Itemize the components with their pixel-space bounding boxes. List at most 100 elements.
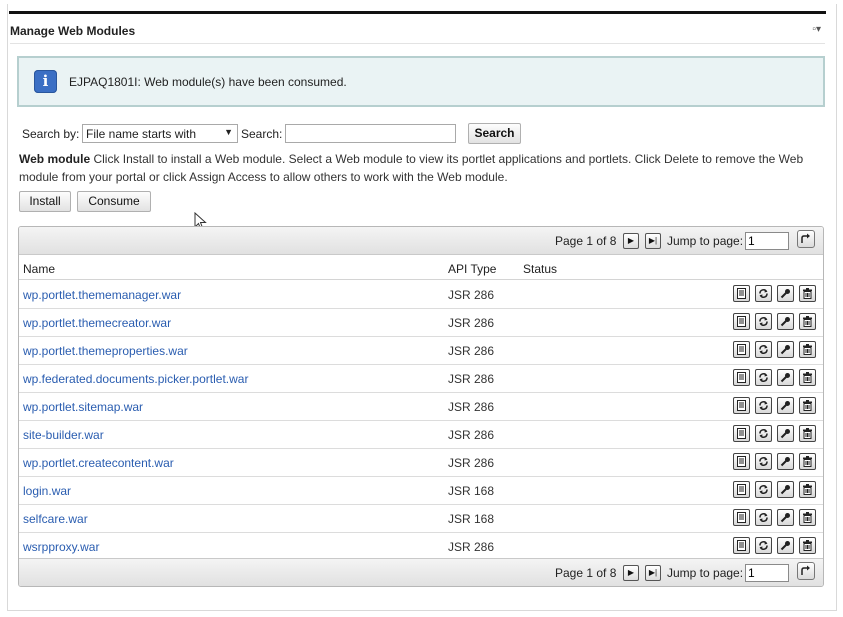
portlet-title: Manage Web Modules <box>10 24 136 38</box>
search-input[interactable] <box>285 124 456 143</box>
jump-to-page-input[interactable] <box>745 232 789 250</box>
module-api-type: JSR 286 <box>448 456 495 470</box>
assign-access-button[interactable] <box>777 341 794 358</box>
assign-access-button[interactable] <box>777 397 794 414</box>
delete-icon <box>803 400 812 411</box>
module-api-type: JSR 286 <box>448 372 495 386</box>
info-message: i EJPAQ1801I: Web module(s) have been co… <box>17 56 825 107</box>
view-details-button[interactable] <box>733 537 750 554</box>
description-text: Click Install to install a Web module. S… <box>19 152 804 184</box>
update-button[interactable] <box>755 453 772 470</box>
jump-to-page-input[interactable] <box>745 564 789 582</box>
search-button[interactable]: Search <box>468 123 521 144</box>
search-by-selected: File name starts with <box>86 127 197 141</box>
update-icon <box>759 513 768 522</box>
view-details-button[interactable] <box>733 481 750 498</box>
view-details-button[interactable] <box>733 453 750 470</box>
consume-button[interactable]: Consume <box>77 191 151 212</box>
view-details-icon <box>737 540 746 551</box>
go-to-page-button[interactable] <box>797 230 815 248</box>
header-name[interactable]: Name <box>23 262 55 276</box>
row-actions <box>733 369 819 387</box>
info-message-text: EJPAQ1801I: Web module(s) have been cons… <box>69 75 347 89</box>
module-name-link[interactable]: wp.portlet.themecreator.war <box>23 316 171 330</box>
delete-button[interactable] <box>799 313 816 330</box>
table-row: wp.federated.documents.picker.portlet.wa… <box>19 365 823 393</box>
delete-button[interactable] <box>799 369 816 386</box>
table-row: wp.portlet.themecreator.war JSR 286 <box>19 309 823 337</box>
view-details-button[interactable] <box>733 397 750 414</box>
portlet-menu-icon[interactable]: ▫▾ <box>812 24 821 35</box>
update-icon <box>759 289 768 298</box>
assign-access-button[interactable] <box>777 313 794 330</box>
update-button[interactable] <box>755 509 772 526</box>
assign-access-button[interactable] <box>777 537 794 554</box>
update-button[interactable] <box>755 481 772 498</box>
module-name-link[interactable]: wp.portlet.thememanager.war <box>23 288 181 302</box>
assign-access-button[interactable] <box>777 481 794 498</box>
update-button[interactable] <box>755 313 772 330</box>
go-to-page-button[interactable] <box>797 562 815 580</box>
assign-access-button[interactable] <box>777 509 794 526</box>
next-page-button[interactable]: ▶ <box>623 565 639 581</box>
delete-icon <box>803 456 812 467</box>
delete-button[interactable] <box>799 481 816 498</box>
delete-button[interactable] <box>799 537 816 554</box>
delete-button[interactable] <box>799 397 816 414</box>
assign-access-icon <box>780 429 790 439</box>
update-button[interactable] <box>755 285 772 302</box>
last-page-button[interactable]: ▶| <box>645 565 661 581</box>
update-button[interactable] <box>755 397 772 414</box>
module-name-link[interactable]: site-builder.war <box>23 428 104 442</box>
search-by-label: Search by: <box>22 127 80 141</box>
module-api-type: JSR 286 <box>448 540 495 554</box>
delete-button[interactable] <box>799 425 816 442</box>
header-status[interactable]: Status <box>523 262 557 276</box>
assign-access-button[interactable] <box>777 425 794 442</box>
delete-button[interactable] <box>799 285 816 302</box>
module-api-type: JSR 286 <box>448 400 495 414</box>
module-name-link[interactable]: wp.portlet.themeproperties.war <box>23 344 188 358</box>
delete-icon <box>803 484 812 495</box>
view-details-icon <box>737 456 746 467</box>
delete-icon <box>803 344 812 355</box>
assign-access-button[interactable] <box>777 453 794 470</box>
update-button[interactable] <box>755 341 772 358</box>
row-actions <box>733 341 819 359</box>
install-button[interactable]: Install <box>19 191 71 212</box>
next-page-button[interactable]: ▶ <box>623 233 639 249</box>
assign-access-icon <box>780 345 790 355</box>
module-name-link[interactable]: wp.federated.documents.picker.portlet.wa… <box>23 372 248 386</box>
view-details-button[interactable] <box>733 285 750 302</box>
assign-access-icon <box>780 401 790 411</box>
row-actions <box>733 285 819 303</box>
view-details-button[interactable] <box>733 369 750 386</box>
assign-access-button[interactable] <box>777 369 794 386</box>
delete-button[interactable] <box>799 453 816 470</box>
view-details-button[interactable] <box>733 313 750 330</box>
module-name-link[interactable]: login.war <box>23 484 71 498</box>
update-button[interactable] <box>755 425 772 442</box>
module-name-link[interactable]: wp.portlet.sitemap.war <box>23 400 143 414</box>
view-details-button[interactable] <box>733 509 750 526</box>
module-name-link[interactable]: selfcare.war <box>23 512 88 526</box>
view-details-button[interactable] <box>733 425 750 442</box>
table-row: login.war JSR 168 <box>19 477 823 505</box>
table-row: selfcare.war JSR 168 <box>19 505 823 533</box>
page-indicator: Page 1 of 8 <box>555 234 617 248</box>
module-api-type: JSR 168 <box>448 484 495 498</box>
delete-button[interactable] <box>799 341 816 358</box>
search-by-select[interactable]: File name starts with ▼ <box>82 124 238 143</box>
row-actions <box>733 313 819 331</box>
last-page-button[interactable]: ▶| <box>645 233 661 249</box>
delete-button[interactable] <box>799 509 816 526</box>
module-name-link[interactable]: wsrpproxy.war <box>23 540 99 554</box>
header-api-type[interactable]: API Type <box>448 262 496 276</box>
update-button[interactable] <box>755 369 772 386</box>
update-button[interactable] <box>755 537 772 554</box>
table-row: wsrpproxy.war JSR 286 <box>19 533 823 561</box>
view-details-icon <box>737 316 746 327</box>
module-name-link[interactable]: wp.portlet.createcontent.war <box>23 456 174 470</box>
assign-access-button[interactable] <box>777 285 794 302</box>
view-details-button[interactable] <box>733 341 750 358</box>
